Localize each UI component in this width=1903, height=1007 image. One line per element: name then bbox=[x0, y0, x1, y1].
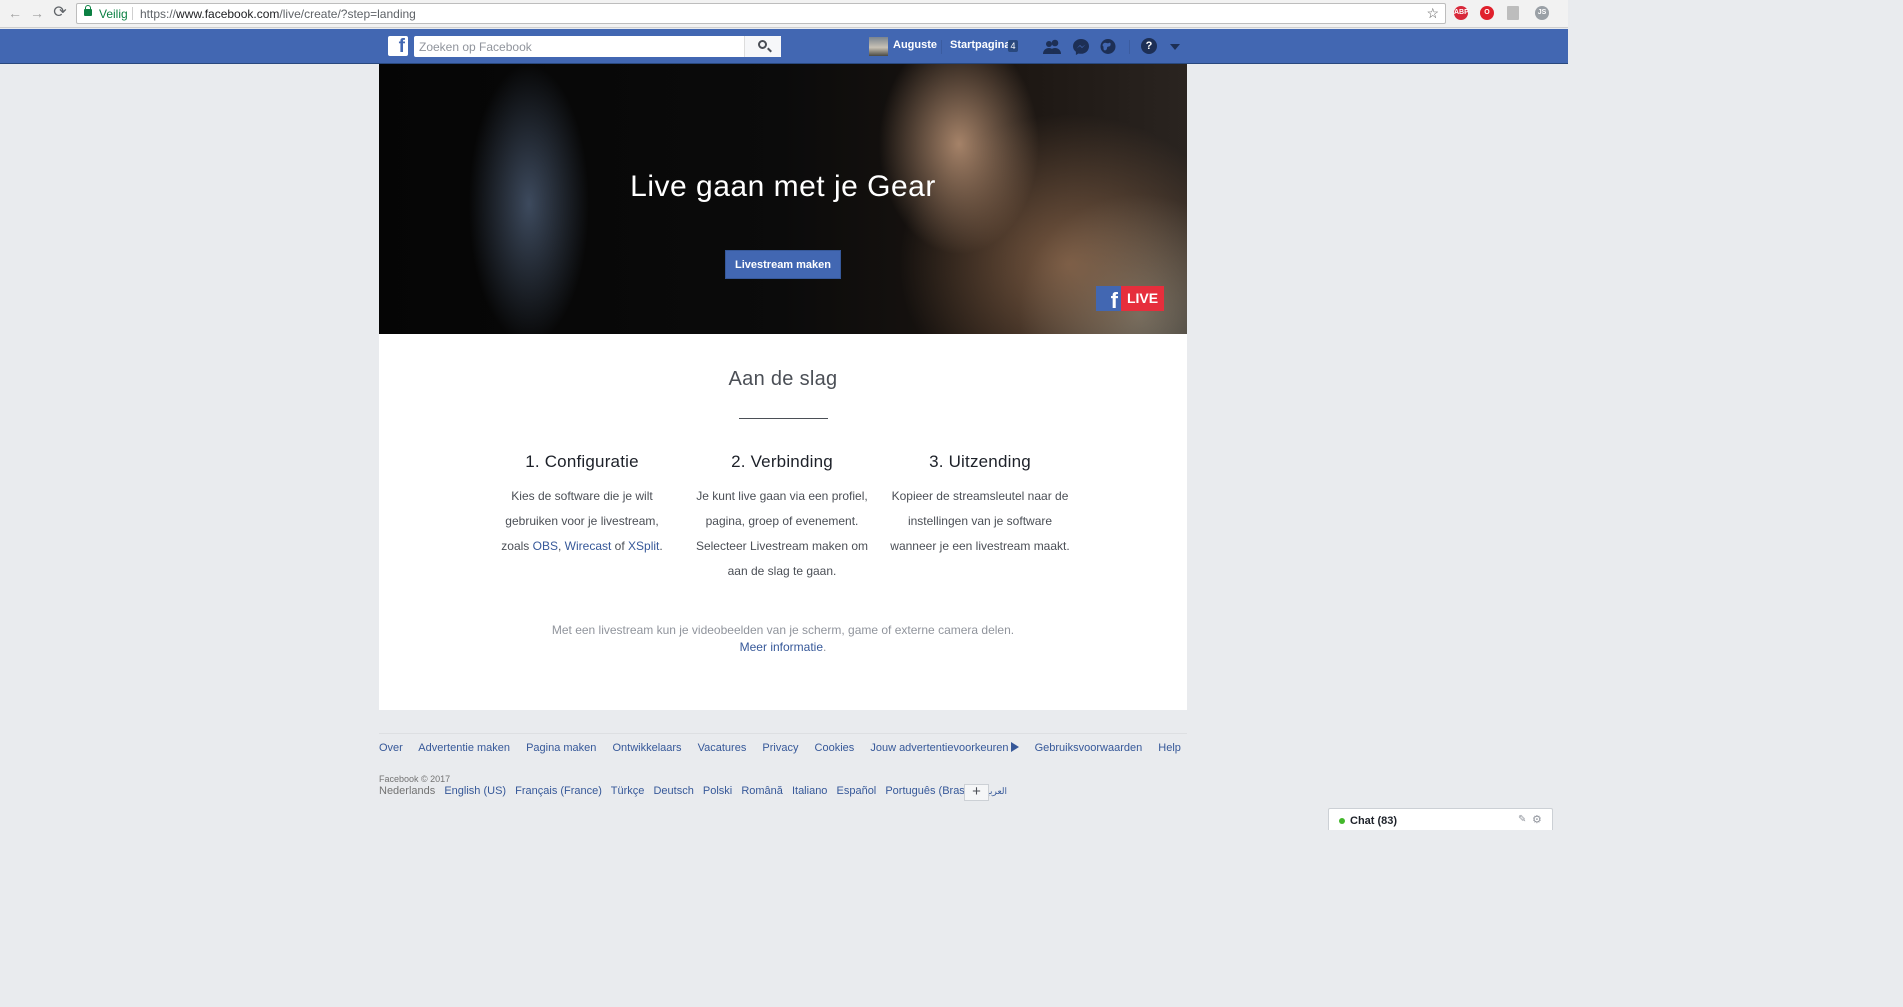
livestream-info: Met een livestream kun je videobeelden v… bbox=[379, 622, 1187, 656]
ad-choices-label: Jouw advertentievoorkeuren bbox=[870, 742, 1009, 754]
more-info-period: . bbox=[823, 640, 827, 654]
home-link[interactable]: Startpagina bbox=[950, 39, 1011, 51]
xsplit-link[interactable]: XSplit bbox=[628, 539, 659, 553]
opera-icon[interactable]: O bbox=[1480, 6, 1494, 20]
step-title: 3. Uitzending bbox=[929, 452, 1031, 471]
step-text: Kies de software die je wilt gebruiken v… bbox=[492, 484, 672, 559]
step-text: Kopieer de streamsleutel naar de instell… bbox=[890, 489, 1070, 553]
account-menu-chevron-icon[interactable] bbox=[1170, 44, 1180, 50]
more-info-link[interactable]: Meer informatie bbox=[740, 640, 823, 654]
footer-link-privacy[interactable]: Privacy bbox=[762, 742, 798, 754]
step-text: Je kunt live gaan via een profiel, pagin… bbox=[695, 489, 869, 578]
lock-icon bbox=[84, 5, 92, 16]
chat-tab[interactable]: Chat (83) ✎ ⚙ bbox=[1328, 808, 1553, 830]
help-icon[interactable]: ? bbox=[1141, 38, 1157, 54]
gear-icon[interactable]: ⚙ bbox=[1532, 813, 1542, 826]
language-link[interactable]: Deutsch bbox=[653, 785, 693, 797]
step-title: 2. Verbinding bbox=[731, 452, 833, 471]
secure-label: Veilig bbox=[99, 7, 128, 21]
facebook-logo-icon: f bbox=[1096, 286, 1121, 313]
friend-requests-icon[interactable] bbox=[1043, 38, 1061, 55]
address-bar[interactable]: Veilig https://www.facebook.com/live/cre… bbox=[76, 3, 1446, 24]
getting-started-title: Aan de slag bbox=[728, 368, 838, 390]
topbar-divider bbox=[941, 40, 942, 54]
hero-banner: Live gaan met je Gear Livestream maken f… bbox=[379, 64, 1187, 334]
section-divider bbox=[739, 418, 828, 419]
language-list: Nederlands English (US) Français (France… bbox=[379, 785, 1013, 797]
copyright: Facebook © 2017 bbox=[379, 774, 451, 784]
url-text[interactable]: https://www.facebook.com/live/create/?st… bbox=[140, 7, 416, 21]
footer-link-developers[interactable]: Ontwikkelaars bbox=[612, 742, 681, 754]
language-link[interactable]: English (US) bbox=[444, 785, 506, 797]
language-link[interactable]: Français (France) bbox=[515, 785, 602, 797]
js-icon[interactable]: JS bbox=[1535, 6, 1549, 20]
footer-link-about[interactable]: Over bbox=[379, 742, 403, 754]
back-icon[interactable]: ← bbox=[6, 4, 24, 22]
obs-link[interactable]: OBS bbox=[533, 539, 558, 553]
language-link[interactable]: Română bbox=[741, 785, 783, 797]
notifications-globe-icon[interactable] bbox=[1099, 38, 1117, 55]
bookmark-star-icon[interactable]: ☆ bbox=[1426, 5, 1439, 22]
footer-link-help[interactable]: Help bbox=[1158, 742, 1181, 754]
footer-link-cookies[interactable]: Cookies bbox=[815, 742, 855, 754]
url-path: /live/create/?step=landing bbox=[279, 7, 416, 21]
ad-choices-icon bbox=[1010, 742, 1019, 752]
chat-label: Chat (83) bbox=[1350, 815, 1398, 827]
more-languages-button[interactable]: + bbox=[964, 784, 989, 801]
page-icon[interactable] bbox=[1507, 6, 1519, 20]
online-status-icon bbox=[1339, 818, 1345, 824]
search-icon bbox=[758, 40, 767, 49]
language-link[interactable]: Türkçe bbox=[611, 785, 645, 797]
step-title: 1. Configuratie bbox=[525, 452, 639, 471]
facebook-logo-icon[interactable]: f bbox=[388, 36, 408, 57]
facebook-live-badge-letter: f bbox=[1110, 288, 1118, 313]
new-message-icon[interactable]: ✎ bbox=[1518, 814, 1526, 825]
livestream-info-text: Met een livestream kun je videobeelden v… bbox=[551, 623, 1015, 637]
forward-icon[interactable]: → bbox=[28, 4, 46, 22]
facebook-top-bar: f Auguste Startpagina 4 ? bbox=[0, 29, 1568, 64]
avatar[interactable] bbox=[869, 37, 888, 56]
language-link[interactable]: Italiano bbox=[792, 785, 827, 797]
search-button[interactable] bbox=[744, 36, 781, 57]
reload-icon[interactable]: ⟳ bbox=[51, 4, 69, 22]
footer-link-create-page[interactable]: Pagina maken bbox=[526, 742, 596, 754]
profile-link[interactable]: Auguste bbox=[893, 39, 937, 51]
url-host: www.facebook.com bbox=[176, 7, 280, 21]
step-broadcast: 3. Uitzending Kopieer de streamsleutel n… bbox=[890, 452, 1070, 559]
topbar-divider bbox=[1129, 40, 1130, 54]
language-link[interactable]: Português (Brasil) bbox=[885, 785, 973, 797]
step-text-separator: , bbox=[557, 539, 565, 553]
home-count-badge: 4 bbox=[1008, 40, 1018, 52]
wirecast-link[interactable]: Wirecast bbox=[565, 539, 612, 553]
step-text-period: . bbox=[659, 539, 663, 553]
language-link[interactable]: Polski bbox=[703, 785, 732, 797]
footer-link-terms[interactable]: Gebruiksvoorwaarden bbox=[1035, 742, 1143, 754]
adblock-plus-icon[interactable]: ABP bbox=[1454, 6, 1469, 20]
footer-link-ad-choices[interactable]: Jouw advertentievoorkeuren bbox=[870, 742, 1019, 754]
step-text-separator: of bbox=[611, 539, 629, 553]
url-scheme: https:// bbox=[140, 7, 177, 21]
hero-title: Live gaan met je Gear bbox=[630, 170, 936, 203]
live-label: LIVE bbox=[1121, 286, 1164, 311]
search-input[interactable] bbox=[414, 36, 781, 57]
language-link[interactable]: Español bbox=[837, 785, 877, 797]
step-configuration: 1. Configuratie Kies de software die je … bbox=[492, 452, 672, 559]
create-livestream-button[interactable]: Livestream maken bbox=[725, 250, 841, 279]
address-divider bbox=[132, 7, 133, 20]
footer-link-create-ad[interactable]: Advertentie maken bbox=[418, 742, 510, 754]
footer-link-careers[interactable]: Vacatures bbox=[698, 742, 747, 754]
current-language: Nederlands bbox=[379, 785, 436, 797]
facebook-logo-letter: f bbox=[398, 36, 405, 57]
live-create-card: Live gaan met je Gear Livestream maken f… bbox=[379, 64, 1187, 710]
footer-links: Over Advertentie maken Pagina maken Ontw… bbox=[379, 742, 1194, 754]
step-connection: 2. Verbinding Je kunt live gaan via een … bbox=[692, 452, 872, 584]
footer-divider bbox=[379, 733, 1187, 734]
messenger-icon[interactable] bbox=[1072, 38, 1090, 55]
browser-toolbar: ← → ⟳ Veilig https://www.facebook.com/li… bbox=[0, 0, 1568, 28]
